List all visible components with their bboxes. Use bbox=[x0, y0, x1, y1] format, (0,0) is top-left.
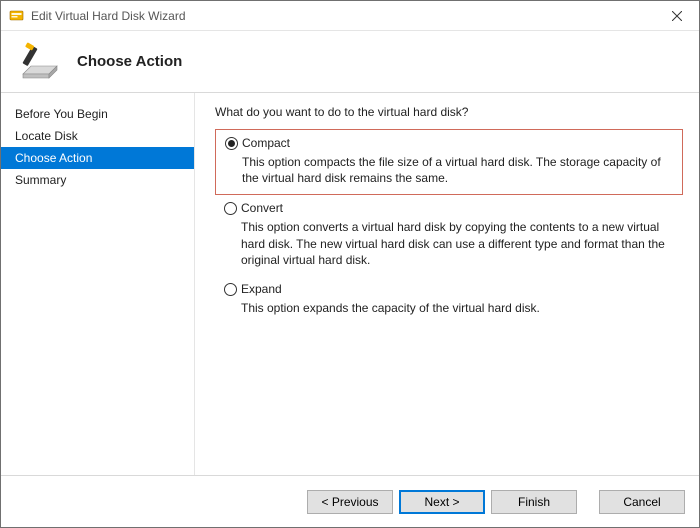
finish-button[interactable]: Finish bbox=[491, 490, 577, 514]
option-expand[interactable]: Expand This option expands the capacity o… bbox=[215, 276, 683, 324]
wizard-icon bbox=[19, 42, 65, 82]
option-text: Convert This option converts a virtual ha… bbox=[241, 201, 679, 268]
question-text: What do you want to do to the virtual ha… bbox=[215, 105, 683, 119]
radio-convert[interactable] bbox=[224, 202, 237, 215]
radio-compact[interactable] bbox=[225, 137, 238, 150]
app-icon bbox=[9, 8, 25, 24]
cancel-button[interactable]: Cancel bbox=[599, 490, 685, 514]
sidebar-item-before-you-begin[interactable]: Before You Begin bbox=[1, 103, 194, 125]
option-description: This option expands the capacity of the … bbox=[241, 300, 675, 316]
wizard-sidebar: Before You BeginLocate DiskChoose Action… bbox=[1, 93, 195, 475]
radio-expand[interactable] bbox=[224, 283, 237, 296]
wizard-content: What do you want to do to the virtual ha… bbox=[195, 93, 699, 475]
previous-button[interactable]: < Previous bbox=[307, 490, 393, 514]
wizard-body: Before You BeginLocate DiskChoose Action… bbox=[1, 93, 699, 475]
wizard-window: Edit Virtual Hard Disk Wizard Choose Act… bbox=[0, 0, 700, 528]
option-label: Compact bbox=[242, 136, 674, 150]
options-container: Compact This option compacts the file siz… bbox=[215, 129, 683, 324]
radio-cell bbox=[219, 282, 241, 316]
option-text: Expand This option expands the capacity o… bbox=[241, 282, 679, 316]
wizard-header: Choose Action bbox=[1, 31, 699, 93]
next-button[interactable]: Next > bbox=[399, 490, 485, 514]
page-title: Choose Action bbox=[77, 53, 182, 70]
radio-cell bbox=[219, 201, 241, 268]
option-description: This option compacts the file size of a … bbox=[242, 154, 674, 186]
radio-cell bbox=[220, 136, 242, 186]
close-button[interactable] bbox=[654, 1, 699, 31]
option-description: This option converts a virtual hard disk… bbox=[241, 219, 675, 268]
sidebar-item-choose-action[interactable]: Choose Action bbox=[1, 147, 194, 169]
radio-dot-icon bbox=[228, 140, 235, 147]
option-compact[interactable]: Compact This option compacts the file siz… bbox=[215, 129, 683, 195]
option-convert[interactable]: Convert This option converts a virtual ha… bbox=[215, 195, 683, 276]
option-text: Compact This option compacts the file siz… bbox=[242, 136, 678, 186]
wizard-footer: < Previous Next > Finish Cancel bbox=[1, 475, 699, 527]
titlebar: Edit Virtual Hard Disk Wizard bbox=[1, 1, 699, 31]
sidebar-item-locate-disk[interactable]: Locate Disk bbox=[1, 125, 194, 147]
option-label: Expand bbox=[241, 282, 675, 296]
sidebar-item-summary[interactable]: Summary bbox=[1, 169, 194, 191]
option-label: Convert bbox=[241, 201, 675, 215]
window-title: Edit Virtual Hard Disk Wizard bbox=[31, 9, 186, 23]
close-icon bbox=[672, 11, 682, 21]
